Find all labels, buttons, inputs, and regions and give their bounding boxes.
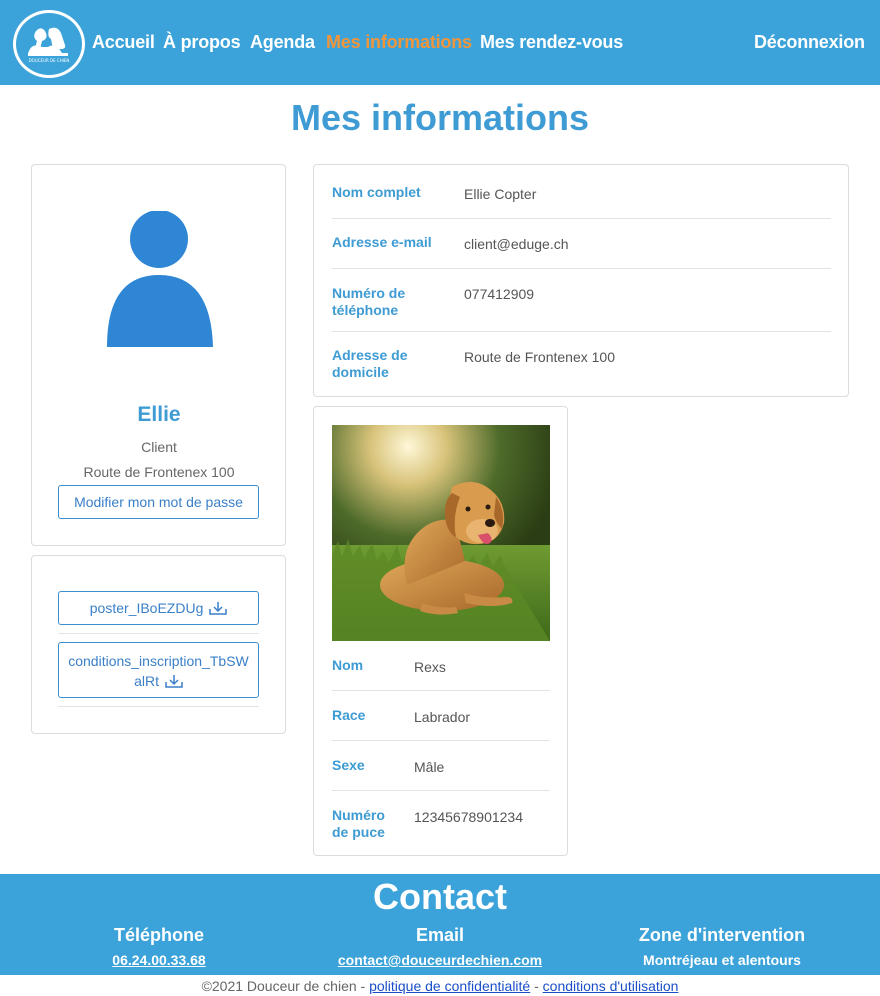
zone-value: Montréjeau et alentours [643,952,801,968]
profile-address: Route de Frontenex 100 [83,464,235,480]
logo-icon: DOUCEUR DE CHIEN [19,14,79,74]
download-icon [209,602,227,615]
dog-photo-illustration [332,425,550,641]
divider [332,331,831,332]
nav-a-propos[interactable]: À propos [163,32,241,53]
user-icon [107,211,213,347]
download-conditions-button[interactable]: conditions_inscription_TbSW alRt [58,642,259,698]
top-navbar: DOUCEUR DE CHIEN Accueil À propos Agenda… [0,0,880,85]
logo[interactable]: DOUCEUR DE CHIEN [13,10,85,78]
info-value-address: Route de Frontenex 100 [464,349,615,365]
copyright-separator: - [530,978,543,994]
phone-link[interactable]: 06.24.00.33.68 [9,952,309,968]
profile-card: Ellie Client Route de Frontenex 100 Modi… [31,164,286,546]
svg-text:DOUCEUR DE CHIEN: DOUCEUR DE CHIEN [29,58,70,63]
download-icon [165,675,183,688]
divider [58,633,259,634]
info-value-phone: 077412909 [464,286,535,302]
dog-card: Nom Rexs Race Labrador Sexe Mâle Numéro … [313,406,568,856]
profile-name: Ellie [137,403,181,426]
page-title: Mes informations [290,97,590,138]
change-password-button[interactable]: Modifier mon mot de passe [58,485,259,519]
info-value-fullname: Ellie Copter [464,186,537,202]
dog-value-sex: Mâle [414,759,445,775]
document-label: conditions_inscription_TbSW [68,653,249,669]
logout-link[interactable]: Déconnexion [754,32,865,53]
nav-accueil[interactable]: Accueil [92,32,155,53]
dog-label-name: Nom [332,657,364,673]
document-label: poster_IBoEZDUg [89,600,204,616]
divider [58,706,259,707]
divider [332,740,550,741]
footer-contact: Contact Téléphone 06.24.00.33.68 Email c… [0,874,880,975]
info-label-address: Adresse de domicile [332,347,408,380]
documents-card: poster_IBoEZDUg conditions_inscription_T… [31,555,286,734]
zone-heading: Zone d'intervention [638,925,806,945]
profile-role: Client [141,439,177,455]
info-label-email: Adresse e-mail [332,234,432,250]
dog-value-chip: 12345678901234 [414,809,524,825]
nav-mes-rendez-vous[interactable]: Mes rendez-vous [480,32,623,53]
privacy-policy-link[interactable]: politique de confidentialité [369,978,530,994]
nav-mes-informations[interactable]: Mes informations [326,32,472,53]
dog-value-name: Rexs [414,659,446,675]
dog-value-breed: Labrador [414,709,471,725]
dog-label-chip: Numéro de puce [332,807,385,840]
info-card: Nom complet Ellie Copter Adresse e-mail … [313,164,849,397]
info-label-fullname: Nom complet [332,184,421,200]
terms-link[interactable]: conditions d'utilisation [543,978,679,994]
contact-title: Contact [373,876,507,917]
dog-label-breed: Race [332,707,366,723]
divider [332,268,831,269]
dog-label-sex: Sexe [332,757,365,773]
divider [332,218,831,219]
copyright: ©2021 Douceur de chien - politique de co… [0,978,880,994]
divider [332,790,550,791]
email-link[interactable]: contact@douceurdechien.com [290,952,590,968]
email-heading: Email [415,925,465,945]
info-label-phone: Numéro de téléphone [332,285,406,318]
download-poster-button[interactable]: poster_IBoEZDUg [58,591,259,625]
info-value-email: client@eduge.ch [464,236,569,252]
copyright-text: ©2021 Douceur de chien - [201,978,370,994]
nav-agenda[interactable]: Agenda [250,32,315,53]
dog-photo [332,425,550,641]
document-label-continued: alRt [134,673,159,689]
divider [332,690,550,691]
phone-heading: Téléphone [113,925,204,945]
